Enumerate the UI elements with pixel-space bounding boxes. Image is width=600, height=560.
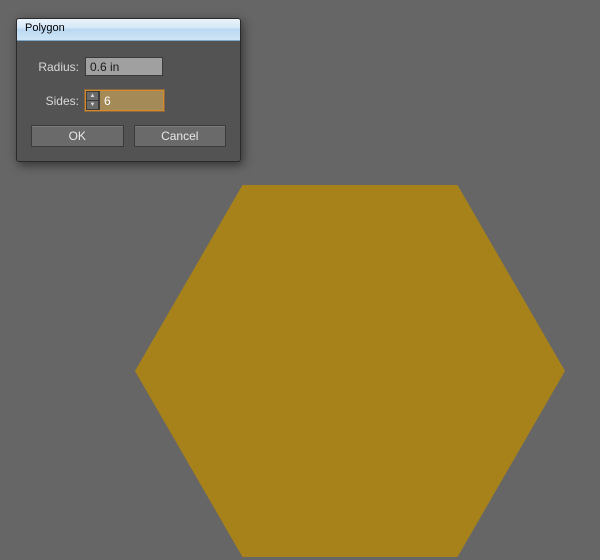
radius-label: Radius: xyxy=(31,60,79,74)
polygon-dialog: Polygon Radius: Sides: ▲ ▼ OK Cancel xyxy=(16,18,241,162)
sides-input[interactable] xyxy=(99,91,163,110)
dialog-titlebar[interactable]: Polygon xyxy=(17,19,240,41)
radius-input[interactable] xyxy=(85,57,163,76)
sides-step-down-button[interactable]: ▼ xyxy=(86,100,99,110)
sides-label: Sides: xyxy=(31,94,79,108)
sides-stepper: ▲ ▼ xyxy=(86,91,99,110)
sides-input-wrap: ▲ ▼ xyxy=(85,90,164,111)
cancel-button[interactable]: Cancel xyxy=(134,125,227,147)
canvas-shape-hexagon xyxy=(135,185,565,557)
dialog-body: Radius: Sides: ▲ ▼ OK Cancel xyxy=(17,41,240,161)
dialog-buttons: OK Cancel xyxy=(31,125,226,147)
ok-button[interactable]: OK xyxy=(31,125,124,147)
radius-row: Radius: xyxy=(31,57,226,76)
dialog-title: Polygon xyxy=(25,22,65,34)
sides-step-up-button[interactable]: ▲ xyxy=(86,91,99,100)
sides-row: Sides: ▲ ▼ xyxy=(31,90,226,111)
